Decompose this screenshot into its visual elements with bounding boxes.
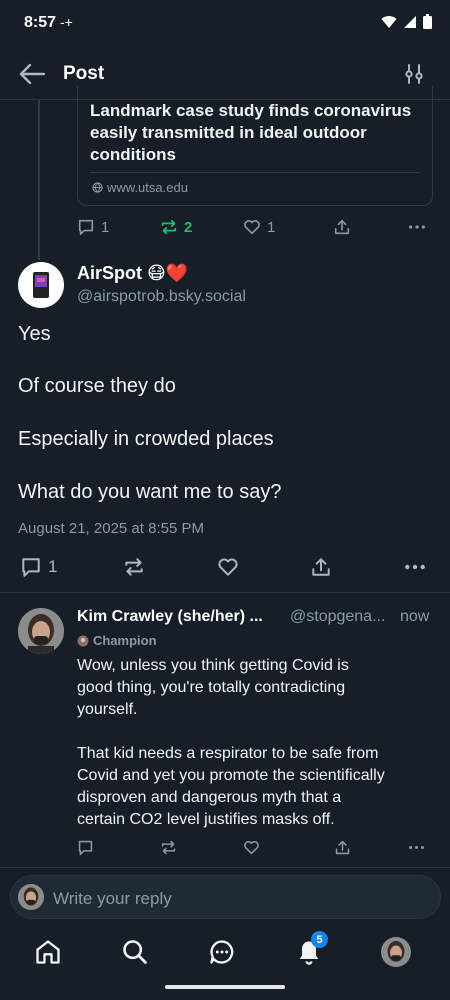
divider xyxy=(0,592,450,593)
repost-button[interactable] xyxy=(123,556,145,578)
link-card-domain-text: www.utsa.edu xyxy=(107,180,188,195)
divider xyxy=(0,867,450,868)
share-icon xyxy=(335,840,350,855)
reply-text-line: disproven and dangerous myth that a xyxy=(77,789,342,806)
share-icon xyxy=(334,219,350,235)
link-card-title[interactable]: Landmark case study finds coronavirus ea… xyxy=(90,100,420,166)
reply-text-line: Covid and yet you promote the scientific… xyxy=(77,767,385,784)
share-button[interactable] xyxy=(310,556,332,578)
chat-icon xyxy=(210,940,234,964)
champion-badge: Champion xyxy=(77,633,157,648)
post-text-line: Yes xyxy=(18,323,51,345)
reply-input-placeholder[interactable]: Write your reply xyxy=(53,889,172,909)
repost-icon xyxy=(161,840,176,855)
comment-icon xyxy=(78,840,93,856)
tab-chat[interactable] xyxy=(206,936,238,968)
post-timestamp: August 21, 2025 at 8:55 PM xyxy=(18,520,204,537)
gesture-home-indicator[interactable] xyxy=(165,985,285,989)
comment-icon xyxy=(22,558,40,577)
ellipsis-icon xyxy=(409,225,425,229)
status-bar: 8:57 -+ xyxy=(0,0,450,48)
like-count: 1 xyxy=(267,218,276,236)
repost-count: 2 xyxy=(184,218,193,236)
author-handle[interactable]: @airspotrob.bsky.social xyxy=(77,288,246,306)
status-data-icon: -+ xyxy=(60,14,73,30)
reply-timestamp: now xyxy=(400,608,430,625)
comment-icon xyxy=(78,219,94,236)
like-button[interactable] xyxy=(217,556,239,578)
ellipsis-icon xyxy=(409,845,424,850)
link-card-domain: www.utsa.edu xyxy=(92,180,188,195)
heart-icon xyxy=(244,220,260,235)
link-card-divider xyxy=(90,172,420,173)
page-title: Post xyxy=(63,63,105,84)
more-options-button[interactable] xyxy=(408,218,426,236)
reply-author-handle[interactable]: @stopgena... xyxy=(290,608,385,626)
post-text-line: What do you want me to say? xyxy=(18,481,282,503)
device-icon xyxy=(33,272,49,298)
person-photo-icon xyxy=(18,884,44,910)
person-photo-icon xyxy=(18,608,64,654)
tab-search[interactable] xyxy=(119,936,151,968)
thread-connector-line xyxy=(38,100,40,260)
reply-count: 1 xyxy=(48,557,58,576)
signal-icon xyxy=(404,15,416,28)
more-options-button[interactable] xyxy=(408,839,425,856)
reply-text-line: yourself. xyxy=(77,701,138,718)
globe-icon xyxy=(92,182,103,193)
battery-icon xyxy=(423,14,432,29)
status-time: 8:57 xyxy=(24,14,57,31)
share-icon xyxy=(312,558,330,576)
share-button[interactable] xyxy=(334,839,351,856)
repost-button[interactable]: 2 xyxy=(160,218,192,236)
wifi-icon xyxy=(381,15,397,28)
thread-settings-icon[interactable] xyxy=(402,62,426,86)
reply-count: 1 xyxy=(101,218,110,236)
person-photo-icon xyxy=(381,937,411,967)
reply-text-line: certain CO2 level justifies masks off. xyxy=(77,811,335,828)
reply-text-line: Wow, unless you think getting Covid is xyxy=(77,657,349,674)
more-options-button[interactable] xyxy=(404,556,426,578)
badge-icon xyxy=(77,635,89,646)
like-button[interactable] xyxy=(243,839,260,856)
repost-icon xyxy=(161,219,177,235)
avatar[interactable] xyxy=(18,262,64,308)
home-icon xyxy=(36,940,60,964)
tab-profile[interactable] xyxy=(381,937,411,967)
author-name[interactable]: AirSpot 😷❤️ xyxy=(77,263,188,284)
heart-icon xyxy=(218,558,238,576)
badge-label: Champion xyxy=(93,633,157,648)
avatar xyxy=(18,884,44,910)
repost-button[interactable] xyxy=(160,839,177,856)
repost-icon xyxy=(125,558,143,576)
post-text-line: Especially in crowded places xyxy=(18,428,274,450)
search-icon xyxy=(123,940,147,964)
back-arrow-icon[interactable] xyxy=(18,62,46,86)
heart-icon xyxy=(244,841,259,855)
reply-author-name[interactable]: Kim Crawley (she/her) ... xyxy=(77,608,263,626)
status-icons xyxy=(381,14,432,29)
reply-button[interactable]: 1 xyxy=(77,218,109,236)
reply-text-line: good thing, you're totally contradicting xyxy=(77,679,346,696)
reply-text-line: That kid needs a respirator to be safe f… xyxy=(77,745,379,762)
like-button[interactable]: 1 xyxy=(243,218,275,236)
post-text-line: Of course they do xyxy=(18,375,176,397)
reply-button[interactable]: 1 xyxy=(20,556,57,578)
tab-home[interactable] xyxy=(32,936,64,968)
ellipsis-icon xyxy=(405,564,425,570)
reply-button[interactable] xyxy=(77,839,94,856)
notification-count-badge: 5 xyxy=(311,931,328,948)
avatar[interactable] xyxy=(18,608,64,654)
share-button[interactable] xyxy=(333,218,351,236)
